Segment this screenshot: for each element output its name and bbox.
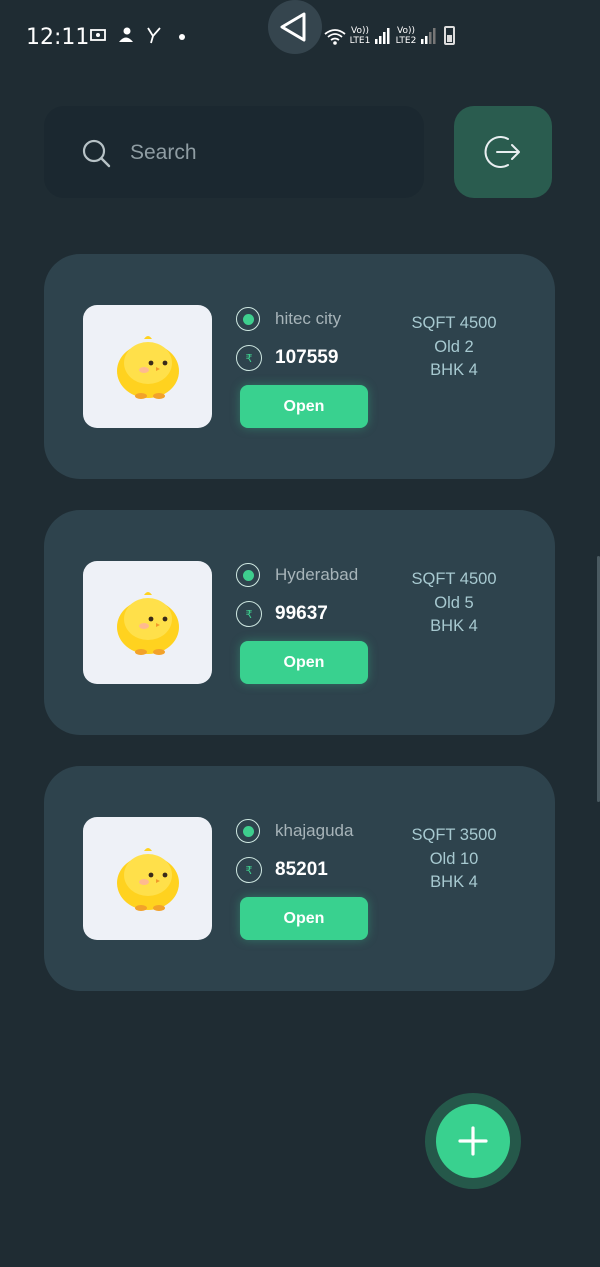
spec-old: Old 5 bbox=[434, 593, 474, 612]
rupee-icon: ₹ bbox=[236, 601, 262, 627]
property-thumbnail bbox=[83, 817, 212, 940]
spec-bhk: BHK 4 bbox=[430, 361, 478, 379]
spec-sqft: SQFT 3500 bbox=[411, 826, 497, 844]
signal-bars-2-icon bbox=[421, 28, 436, 44]
spec-sqft: SQFT 4500 bbox=[411, 314, 497, 332]
property-location: Hyderabad bbox=[275, 565, 359, 584]
chick-image bbox=[116, 847, 179, 911]
property-thumbnail bbox=[83, 305, 212, 428]
property-specs: SQFT 4500 Old 2 BHK 4 bbox=[388, 312, 520, 383]
location-dot-icon bbox=[236, 307, 260, 331]
logout-icon bbox=[484, 136, 520, 168]
app-notification-icon bbox=[119, 27, 133, 42]
location-dot-icon bbox=[236, 563, 260, 587]
wifi-icon bbox=[324, 29, 346, 45]
property-location: khajaguda bbox=[275, 821, 354, 840]
dot-icon bbox=[179, 34, 185, 40]
screenshot-icon bbox=[90, 29, 106, 41]
rupee-icon: ₹ bbox=[236, 857, 262, 883]
status-bar: 12:11 Vo)) LTE1 Vo)) LTE2 bbox=[0, 0, 600, 75]
open-button[interactable]: Open bbox=[240, 897, 368, 940]
property-specs: SQFT 4500 Old 5 BHK 4 bbox=[388, 568, 520, 639]
spec-old: Old 10 bbox=[429, 849, 479, 868]
property-card: Hyderabad ₹ 99637 Open SQFT 4500 Old 5 B… bbox=[44, 510, 555, 735]
spec-sqft: SQFT 4500 bbox=[411, 570, 497, 588]
location-dot-icon bbox=[236, 819, 260, 843]
search-bar[interactable] bbox=[44, 106, 424, 198]
open-button[interactable]: Open bbox=[240, 385, 368, 428]
search-input[interactable] bbox=[128, 132, 402, 174]
logout-button[interactable] bbox=[454, 106, 552, 198]
back-triangle-icon bbox=[280, 12, 306, 42]
property-card: khajaguda ₹ 85201 Open SQFT 3500 Old 10 … bbox=[44, 766, 555, 991]
sim1-label: Vo)) LTE1 bbox=[349, 26, 371, 46]
search-icon bbox=[82, 139, 111, 168]
open-button[interactable]: Open bbox=[240, 641, 368, 684]
sim2-label: Vo)) LTE2 bbox=[395, 26, 417, 46]
spec-bhk: BHK 4 bbox=[430, 617, 478, 635]
chick-image bbox=[116, 335, 179, 399]
add-property-button[interactable] bbox=[436, 1104, 510, 1178]
property-price: 85201 bbox=[275, 859, 328, 880]
chick-image bbox=[116, 591, 179, 655]
property-thumbnail bbox=[83, 561, 212, 684]
property-price: 99637 bbox=[275, 603, 328, 624]
property-location: hitec city bbox=[275, 309, 342, 328]
notification-icons bbox=[88, 24, 192, 46]
status-time: 12:11 bbox=[26, 25, 90, 50]
signal-bars-1-icon bbox=[375, 28, 390, 44]
property-price: 107559 bbox=[275, 347, 339, 368]
back-button[interactable] bbox=[268, 0, 322, 54]
property-specs: SQFT 3500 Old 10 BHK 4 bbox=[388, 824, 520, 895]
spec-old: Old 2 bbox=[434, 337, 474, 356]
yahoo-icon bbox=[147, 27, 161, 44]
rupee-icon: ₹ bbox=[236, 345, 262, 371]
plus-icon bbox=[458, 1126, 488, 1156]
property-card: hitec city ₹ 107559 Open SQFT 4500 Old 2… bbox=[44, 254, 555, 479]
spec-bhk: BHK 4 bbox=[430, 873, 478, 891]
battery-icon bbox=[444, 26, 455, 45]
